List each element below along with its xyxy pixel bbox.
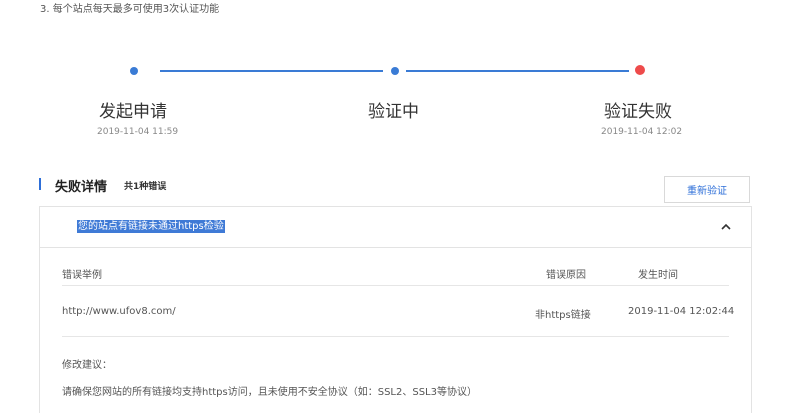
table-row-divider: [62, 336, 729, 337]
step-3-title: 验证失败: [604, 102, 672, 122]
step-2-title: 验证中: [368, 102, 419, 122]
step-1-title: 发起申请: [99, 102, 167, 122]
advice-label: 修改建议：: [62, 360, 112, 371]
column-header-example: 错误举例: [62, 270, 102, 281]
column-header-reason: 错误原因: [546, 270, 586, 281]
step-3-time: 2019-11-04 12:02: [601, 127, 683, 137]
error-detail-panel: 您的站点有链接未通过https检验 错误举例 错误原因 发生时间 http://…: [39, 206, 752, 413]
row-time: 2019-11-04 12:02:44: [628, 306, 735, 317]
panel-header-text: 您的站点有链接未通过https检验: [77, 220, 225, 233]
column-header-time: 发生时间: [638, 270, 678, 281]
step-1-time: 2019-11-04 11:59: [97, 127, 179, 137]
row-example: http://www.ufov8.com/: [62, 306, 176, 317]
panel-header[interactable]: 您的站点有链接未通过https检验: [40, 207, 751, 248]
step-3-dot: [635, 65, 645, 75]
advice-text: 请确保您网站的所有链接均支持https访问，且未使用不安全协议（如：SSL2、S…: [62, 387, 477, 398]
step-2-dot: [391, 67, 399, 75]
section-marker: [39, 178, 41, 190]
usage-note: 3. 每个站点每天最多可使用3次认证功能: [40, 4, 220, 15]
table-header-divider: [62, 285, 729, 286]
reverify-button[interactable]: 重新验证: [664, 176, 750, 203]
error-count: 共1种错误: [124, 182, 167, 192]
row-reason: 非https链接: [535, 310, 591, 321]
progress-line-2: [406, 70, 629, 72]
progress-line-1: [160, 70, 383, 72]
verification-progress: 发起申请 2019-11-04 11:59 验证中 验证失败 2019-11-0…: [0, 58, 799, 148]
section-title: 失败详情: [55, 180, 108, 195]
step-1-dot: [130, 67, 138, 75]
chevron-up-icon[interactable]: [719, 220, 733, 234]
